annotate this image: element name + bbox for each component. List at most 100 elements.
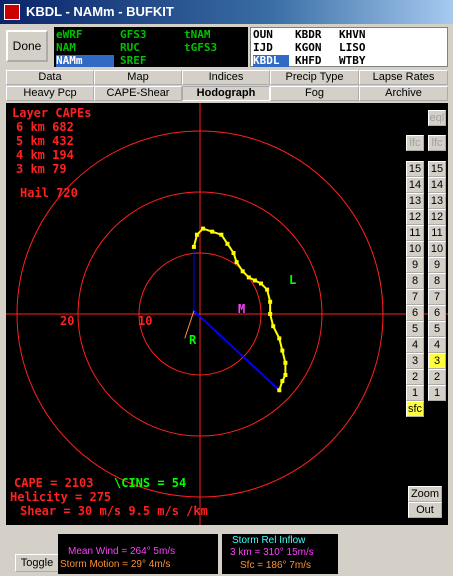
level-button-right[interactable]: 10 [428,241,446,257]
station-item[interactable]: KHVN [339,29,366,41]
level-button-right[interactable]: 3 [428,353,446,369]
zoom-button[interactable]: Zoom [408,486,442,502]
level-button-left[interactable]: 14 [406,177,424,193]
level-button-left[interactable]: 2 [406,369,424,385]
level-button-left[interactable]: 4 [406,337,424,353]
hodograph-point [201,226,206,231]
station-item[interactable]: WTBY [339,55,366,67]
hodograph-point [191,244,196,249]
marker-R: R [189,333,197,347]
tab-fog[interactable]: Fog [270,86,359,101]
level-button-right[interactable]: 13 [428,193,446,209]
hodograph-point [268,312,273,316]
level-button-left[interactable]: 15 [406,161,424,177]
tab-hodograph[interactable]: Hodograph [182,86,270,101]
level-button-right[interactable]: 14 [428,177,446,193]
tab-heavy-pcp[interactable]: Heavy Pcp [6,86,94,101]
level-button-left[interactable]: 8 [406,273,424,289]
level-button-right[interactable]: 4 [428,337,446,353]
hodograph-point [271,324,276,329]
station-item[interactable]: KBDR [295,29,322,41]
storm-inflow-panel: Storm Rel Inflow 3 km = 310° 15m/s Sfc =… [222,534,338,574]
window-title: KBDL - NAMm - BUFKIT [26,4,174,19]
level-button-left[interactable]: 1 [406,385,424,401]
tab-data[interactable]: Data [6,70,94,85]
level-button-right[interactable]: 15 [428,161,446,177]
tab-map[interactable]: Map [94,70,182,85]
inflow-3km-value: 3 km = 310° 15m/s [230,547,314,558]
tab-indices[interactable]: Indices [182,70,270,85]
station-list: OUN IJD KBDL KBDR KGON KHFD KHVN LISO WT… [250,27,448,67]
level-button-left[interactable]: 13 [406,193,424,209]
mean-wind-value: Mean Wind = 264° 5m/s [68,546,176,557]
station-item[interactable]: KGON [295,42,322,54]
level-button-left[interactable]: 9 [406,257,424,273]
hail-value: Hail 720 [20,186,78,200]
level-button-left[interactable]: 6 [406,305,424,321]
model-item[interactable]: NAM [56,42,76,54]
tab-bar: Data Map Indices Precip Type Lapse Rates… [6,70,448,102]
model-item[interactable]: eWRF [56,29,83,41]
station-item[interactable]: IJD [253,42,273,54]
level-button-right[interactable]: 2 [428,369,446,385]
station-item[interactable]: KHFD [295,55,322,67]
lfc-button-right[interactable]: lfc [428,135,446,151]
level-button-left[interactable]: 3 [406,353,424,369]
done-button[interactable]: Done [6,30,48,62]
level-button-right[interactable]: 11 [428,225,446,241]
station-item-selected[interactable]: KBDL [253,55,289,67]
station-item[interactable]: OUN [253,29,273,41]
tab-archive[interactable]: Archive [359,86,448,101]
ring-label-10: 10 [138,314,153,328]
hodograph-point [234,260,239,265]
model-item-selected[interactable]: NAMm [56,55,114,67]
layer-cape-row: 4 km 194 [16,148,74,162]
level-button-left[interactable]: sfc [406,401,424,417]
level-button-right[interactable]: 1 [428,385,446,401]
level-button-left[interactable]: 11 [406,225,424,241]
toggle-button[interactable]: Toggle [15,554,59,572]
cape-value: CAPE = 2103 [14,476,94,490]
level-button-left[interactable]: 5 [406,321,424,337]
tab-cape-shear[interactable]: CAPE-Shear [94,86,182,101]
inflow-sfc-value: Sfc = 186° 7m/s [240,560,311,571]
mean-wind-panel: Mean Wind = 264° 5m/s Storm Motion = 29°… [58,534,218,574]
ring-label-20: 20 [60,314,75,328]
model-list: eWRF NAM NAMm GFS3 RUC SREF tNAM tGFS3 [54,27,248,67]
level-button-left[interactable]: 7 [406,289,424,305]
layer-cape-row: 3 km 79 [16,162,67,176]
model-item[interactable]: tNAM [184,29,211,41]
hodograph-point [252,278,257,283]
level-button-right[interactable]: 12 [428,209,446,225]
marker-M: M [238,302,246,316]
level-button-right[interactable]: 6 [428,305,446,321]
hodograph-panel: Layer CAPEs 6 km 682 5 km 432 4 km 194 3… [6,103,448,525]
layer-cape-row: 5 km 432 [16,134,74,148]
eql-button[interactable]: eql [428,110,446,126]
station-item[interactable]: LISO [339,42,366,54]
level-button-right[interactable]: 9 [428,257,446,273]
hodograph-point [231,251,236,255]
level-button-right[interactable]: 7 [428,289,446,305]
level-button-left[interactable]: 12 [406,209,424,225]
helicity-value: Helicity = 275 [10,490,112,504]
inflow-title: Storm Rel Inflow [232,535,306,546]
lfc-button-left[interactable]: lfc [406,135,424,151]
shear-value: Shear = 30 m/s 9.5 m/s /km [20,504,208,518]
hodograph-point [225,241,230,246]
out-button[interactable]: Out [408,502,442,518]
hodograph-point [280,379,285,384]
hodograph-point [259,281,263,286]
tab-precip-type[interactable]: Precip Type [270,70,359,85]
hodograph-point [277,388,282,393]
model-item[interactable]: SREF [120,55,147,67]
model-item[interactable]: GFS3 [120,29,147,41]
hodograph-point [240,269,245,274]
hodograph-point [246,275,251,280]
model-item[interactable]: tGFS3 [184,42,217,54]
level-button-left[interactable]: 10 [406,241,424,257]
level-button-right[interactable]: 5 [428,321,446,337]
model-item[interactable]: RUC [120,42,140,54]
level-button-right[interactable]: 8 [428,273,446,289]
tab-lapse-rates[interactable]: Lapse Rates [359,70,448,85]
